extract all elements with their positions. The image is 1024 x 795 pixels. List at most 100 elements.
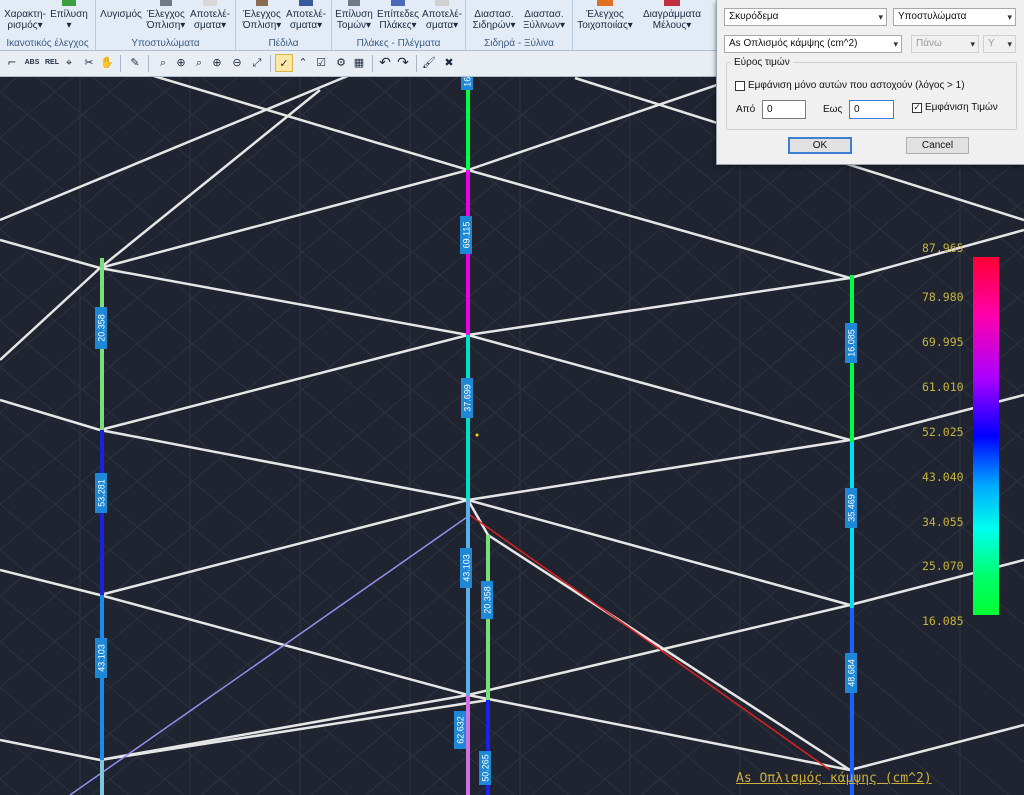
zoom-dynamic-icon[interactable]: ⌕	[190, 54, 208, 72]
zoom-in-icon[interactable]: ⊕	[172, 54, 190, 72]
material-select[interactable]: Σκυρόδεμα ▾	[724, 8, 887, 26]
member-value-label: 69.115	[460, 216, 472, 254]
flat-slabs-button[interactable]: Επίπεδες Πλάκες▾	[376, 0, 420, 31]
chevron-down-icon: ▾	[970, 39, 975, 49]
member-label-text: 16.085	[847, 329, 857, 357]
chevron-down-icon: ▾	[893, 39, 898, 49]
scale-value: 61.010	[922, 380, 964, 394]
characterization-icon	[2, 0, 48, 6]
cancel-button[interactable]: Cancel	[906, 137, 969, 154]
show-only-failing-checkbox[interactable]	[735, 81, 745, 91]
check-tool-icon[interactable]: ✓	[275, 54, 293, 72]
masonry-check-button[interactable]: Έλεγχος Τοιχοποιίας▾	[577, 0, 633, 31]
redo-icon[interactable]: ↷	[394, 54, 412, 72]
slab-results-button[interactable]: Αποτελέ- σματα▾	[420, 0, 464, 31]
member-diagrams-button[interactable]: Διαγράμματα Μέλους▾	[639, 0, 705, 31]
ribbon-group-label: Υποστυλώματα	[131, 38, 200, 49]
to-value-input[interactable]: 0	[849, 100, 894, 119]
timber-design-button[interactable]: Διαστασ. Ξύλινων▾	[520, 0, 568, 31]
member-value-label: 53.281	[95, 473, 107, 513]
footing-results-button[interactable]: Αποτελέ- σματα▾	[284, 0, 328, 31]
polyline-icon[interactable]: ⌃	[294, 54, 312, 72]
abs-icon[interactable]: ABS	[22, 54, 42, 72]
toolbar-separator	[372, 55, 373, 72]
member-label-text: 20.358	[97, 314, 107, 342]
ribbon-group-steel-timber: Διαστασ. Σιδηρών▾ Διαστασ. Ξύλινων▾ Σιδη…	[466, 0, 573, 50]
buckling-button[interactable]: Λυγισμός	[99, 0, 143, 20]
close-x-icon[interactable]: ✖	[440, 54, 458, 72]
ribbon-group-label: Πλάκες - Πλέγματα	[356, 38, 441, 49]
solve-icon	[62, 0, 76, 6]
member-label-text: 37.699	[463, 384, 473, 412]
member-label-text: 43.103	[97, 644, 107, 672]
element-type-select[interactable]: Υποστυλώματα ▾	[893, 8, 1016, 26]
ribbon-group-slabs-meshes: Επίλυση Τομών▾ Επίπεδες Πλάκες▾ Αποτελέ-…	[332, 0, 466, 50]
member-label-text: 50.265	[481, 754, 491, 782]
member-label-text: 62.632	[456, 716, 466, 744]
scale-value: 69.995	[922, 335, 964, 349]
member-diagrams-icon	[664, 0, 680, 6]
scale-value: 78.980	[922, 290, 964, 304]
show-values-checkbox[interactable]: ✓	[912, 103, 922, 113]
results-display-panel: Σκυρόδεμα ▾ Υποστυλώματα ▾ As Οπλισμός κάμ…	[716, 0, 1024, 165]
member-value-label: 20.358	[95, 307, 107, 349]
slab-results-icon	[435, 0, 449, 6]
chevron-down-icon: ▾	[878, 12, 883, 22]
member-value-label: 48.684	[845, 653, 857, 693]
quantity-select[interactable]: As Οπλισμός κάμψης (cm^2) ▾	[724, 35, 902, 53]
snap-icon[interactable]: ⌖	[60, 54, 78, 72]
toolbar-separator	[270, 55, 271, 72]
member-value-label: 43.103	[460, 548, 472, 588]
ribbon-group-columns: Λυγισμός Έλεγχος Όπλιση▾ Αποτελέ- σματα▾…	[96, 0, 236, 50]
toolbar-separator	[416, 55, 417, 72]
timber-design-icon	[520, 0, 568, 6]
scale-value: 87.965	[922, 241, 964, 255]
zoom-extents-icon[interactable]: ⤢	[248, 54, 266, 72]
undo-icon[interactable]: ↶	[376, 54, 394, 72]
scale-value: 43.040	[922, 470, 964, 484]
ribbon-group-masonry: Έλεγχος Τοιχοποιίας▾ Διαγράμματα Μέλους▾	[573, 0, 716, 50]
checkbox-icon[interactable]: ☑	[312, 54, 330, 72]
axis-select[interactable]: Y ▾	[983, 35, 1016, 53]
settings-icon[interactable]: ⚙	[332, 54, 350, 72]
member-label-text: 43.103	[462, 554, 472, 582]
zoom-window-icon[interactable]: ⌕	[154, 54, 172, 72]
ribbon-group-label: Ικανοτικός έλεγχος	[6, 38, 89, 49]
column-check-reinforcement-button[interactable]: Έλεγχος Όπλιση▾	[146, 0, 186, 31]
pencil-icon[interactable]: ✎	[126, 54, 144, 72]
column-results-icon	[203, 0, 217, 6]
member-value-label: 20.358	[481, 581, 493, 619]
chevron-down-icon: ▾	[1007, 39, 1012, 49]
column-check-icon	[160, 0, 172, 6]
member-label-text: 48.684	[847, 659, 857, 687]
footing-check-icon	[256, 0, 268, 6]
footing-check-reinforcement-button[interactable]: Έλεγχος Όπλιση▾	[240, 0, 284, 31]
select-tool-icon[interactable]: ⌐	[3, 54, 21, 72]
member-value-label: 35.469	[845, 488, 857, 528]
ribbon-group-footings: Έλεγχος Όπλιση▾ Αποτελέ- σματα▾ Πέδιλα	[236, 0, 332, 50]
column-results-button[interactable]: Αποτελέ- σματα▾	[188, 0, 232, 31]
brush-icon[interactable]: 🖌	[420, 54, 438, 72]
buckling-icon	[99, 0, 143, 6]
zoom-plus-icon[interactable]: ⊕	[208, 54, 226, 72]
rel-icon[interactable]: REL	[42, 54, 62, 72]
scale-value: 16.085	[922, 614, 964, 628]
show-values-label: Εμφάνιση Τιμών	[925, 102, 998, 113]
steel-design-button[interactable]: Διαστασ. Σιδηρών▾	[470, 0, 518, 31]
from-value-input[interactable]: 0	[762, 100, 806, 119]
position-select[interactable]: Πάνω ▾	[911, 35, 979, 53]
to-label: Εως	[823, 104, 843, 115]
flat-slabs-icon	[391, 0, 405, 6]
scale-value: 52.025	[922, 425, 964, 439]
grid-icon[interactable]: ▦	[350, 54, 368, 72]
zoom-minus-icon[interactable]: ⊖	[228, 54, 246, 72]
ok-button[interactable]: OK	[788, 137, 852, 154]
section-solve-button[interactable]: Επίλυση Τομών▾	[334, 0, 374, 31]
member-value-label: 16.085	[845, 323, 857, 363]
characterization-button[interactable]: Χαρακτη- ρισμός▾	[2, 0, 48, 31]
hand-icon[interactable]: ✋	[98, 54, 116, 72]
member-label-text: 53.281	[97, 479, 107, 507]
solve-button[interactable]: Επίλυση ▾	[48, 0, 90, 31]
chevron-down-icon: ▾	[1007, 12, 1012, 22]
scissors-icon[interactable]: ✂	[80, 54, 98, 72]
